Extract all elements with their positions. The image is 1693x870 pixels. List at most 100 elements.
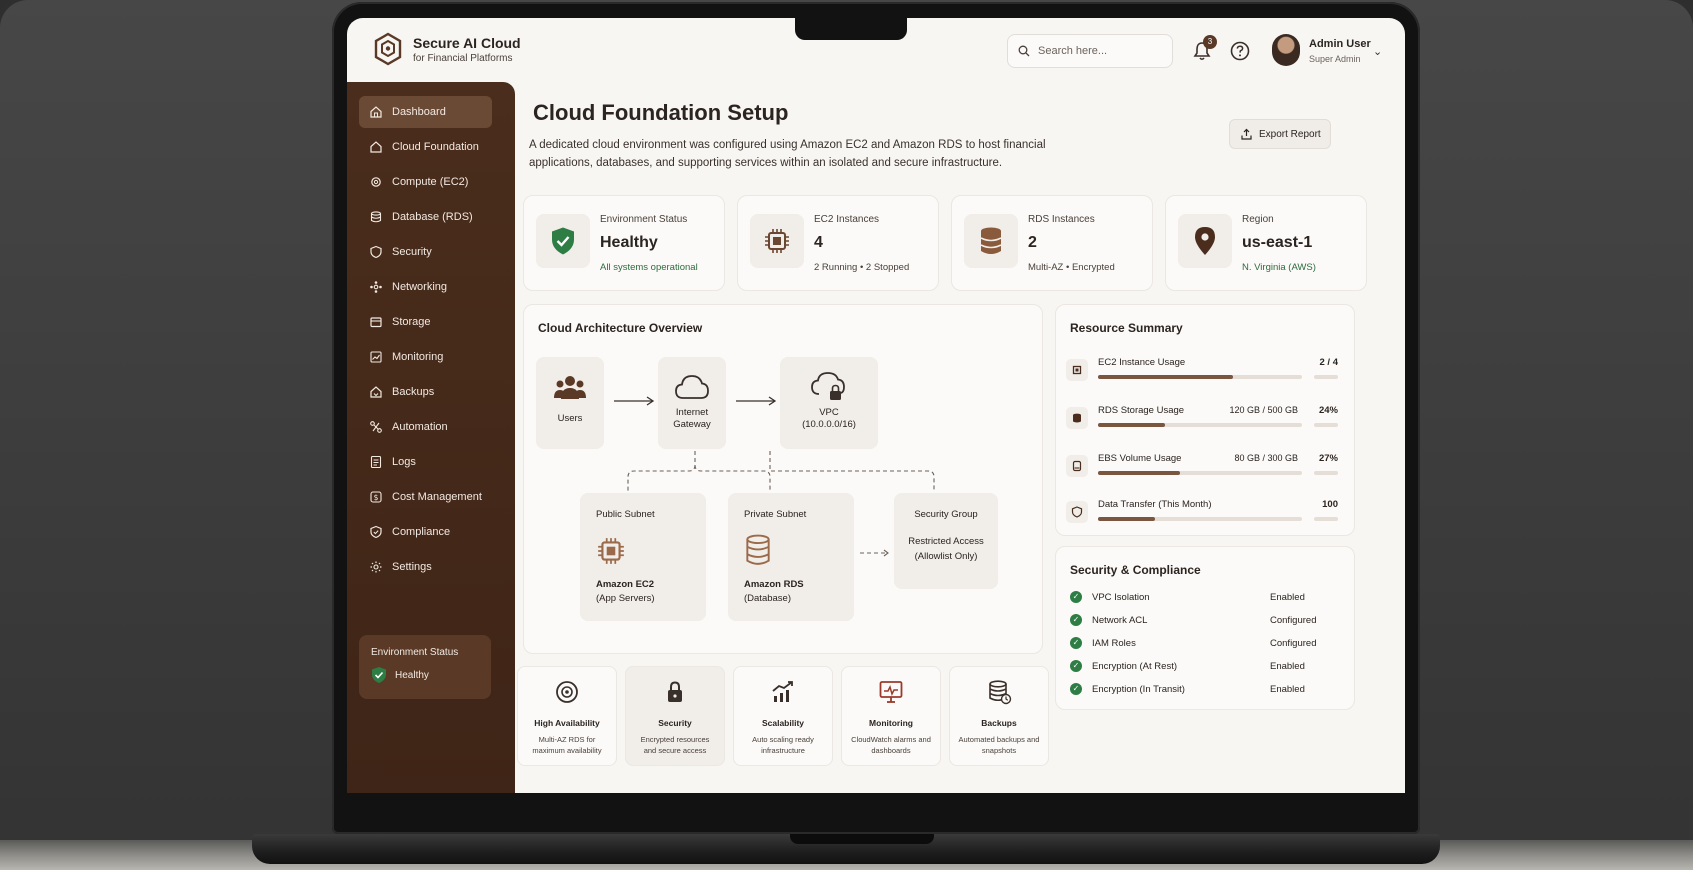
stat-value: us-east-1 — [1242, 234, 1313, 251]
stat-sub: N. Virginia (AWS) — [1242, 262, 1316, 273]
resource-label: EC2 Instance Usage — [1098, 357, 1186, 368]
arch-node-public-subnet[interactable]: Public Subnet Amazon EC2 (App Servers) — [580, 493, 706, 621]
monitor-icon — [879, 681, 903, 703]
help-icon[interactable] — [1229, 40, 1251, 62]
avatar[interactable] — [1272, 34, 1300, 66]
search-placeholder: Search here... — [1038, 45, 1108, 57]
brand[interactable]: Secure AI Cloud for Financial Platforms — [373, 32, 521, 66]
stat-label: Environment Status — [600, 214, 688, 225]
arch-node-users[interactable]: Users — [536, 357, 604, 449]
security-compliance-card: Security & Compliance ✓ VPC Isolation En… — [1055, 546, 1355, 710]
feature-card-high-availability[interactable]: High Availability Multi-AZ RDS for maxim… — [517, 666, 617, 766]
sidebar-item-automation[interactable]: Automation — [359, 411, 492, 443]
sidebar-item-security[interactable]: Security — [359, 236, 492, 268]
compliance-status: Enabled — [1270, 660, 1305, 672]
sidebar-item-logs[interactable]: Logs — [359, 446, 492, 478]
user-menu[interactable]: Admin User Super Admin — [1309, 38, 1371, 64]
sidebar-item-label: Dashboard — [392, 106, 446, 118]
arch-label: (10.0.0.0/16) — [802, 419, 856, 430]
camera-notch — [795, 18, 907, 40]
arch-label: Amazon RDS — [744, 579, 804, 590]
sidebar-item-networking[interactable]: Networking — [359, 271, 492, 303]
feature-card-scalability[interactable]: Scalability Auto scaling ready infrastru… — [733, 666, 833, 766]
search-icon — [1018, 45, 1030, 57]
feature-card-backups[interactable]: Backups Automated backups and snapshots — [949, 666, 1049, 766]
chip-icon — [598, 538, 624, 564]
feature-card-security[interactable]: Security Encrypted resources and secure … — [625, 666, 725, 766]
shield-icon — [1071, 506, 1083, 518]
resource-label: Data Transfer (This Month) — [1098, 499, 1212, 510]
compliance-row: ✓ VPC Isolation Enabled — [1070, 589, 1340, 605]
sidebar-item-label: Storage — [392, 316, 431, 328]
arch-label: Restricted Access — [908, 536, 984, 547]
feature-title: Monitoring — [869, 718, 913, 728]
map-pin-icon — [1195, 227, 1215, 255]
export-icon — [1241, 128, 1252, 140]
sidebar-item-label: Cloud Foundation — [392, 141, 479, 153]
feature-title: Scalability — [761, 718, 805, 728]
sidebar-item-compliance[interactable]: Compliance — [359, 516, 492, 548]
feature-desc: Auto scaling ready infrastructure — [752, 735, 814, 755]
sidebar-item-cloud-foundation[interactable]: Cloud Foundation — [359, 131, 492, 163]
lock-icon — [668, 681, 682, 702]
user-role: Super Admin — [1309, 54, 1361, 64]
stat-label: EC2 Instances — [814, 214, 880, 225]
architecture-overview-card: Cloud Architecture Overview Users Intern… — [523, 304, 1043, 654]
cloud-foundation-icon — [370, 141, 382, 153]
compliance-status: Configured — [1270, 614, 1317, 626]
sidebar-item-database[interactable]: Database (RDS) — [359, 201, 492, 233]
stat-value: Healthy — [600, 234, 658, 251]
arch-label: (Database) — [744, 593, 791, 604]
sidebar-item-cost-management[interactable]: $ Cost Management — [359, 481, 492, 513]
sidebar-item-label: Settings — [392, 561, 432, 573]
stat-value: 2 — [1028, 234, 1037, 251]
resource-value: 27% — [1318, 453, 1338, 464]
backup-icon — [370, 386, 382, 398]
notification-badge: 3 — [1203, 35, 1217, 49]
sidebar-item-settings[interactable]: Settings — [359, 551, 492, 583]
database-icon — [980, 227, 1002, 254]
sidebar: Dashboard Cloud Foundation Compute (EC2)… — [347, 82, 515, 793]
env-status-title: Environment Status — [371, 647, 459, 658]
sidebar-item-monitoring[interactable]: Monitoring — [359, 341, 492, 373]
arch-node-internet-gateway[interactable]: Internet Gateway — [658, 357, 726, 449]
resource-label: EBS Volume Usage — [1098, 453, 1182, 464]
storage-icon — [370, 317, 382, 328]
arch-node-private-subnet[interactable]: Private Subnet Amazon RDS (Database) — [728, 493, 854, 621]
compliance-row: ✓ Encryption (At Rest) Enabled — [1070, 658, 1340, 674]
export-report-button[interactable]: Export Report — [1229, 119, 1331, 149]
stat-card-region: Region us-east-1 N. Virginia (AWS) — [1165, 195, 1367, 291]
sidebar-item-storage[interactable]: Storage — [359, 306, 492, 338]
sidebar-item-compute[interactable]: Compute (EC2) — [359, 166, 492, 198]
arch-label: Users — [557, 413, 583, 424]
chart-icon — [370, 351, 382, 363]
compliance-label: VPC Isolation — [1092, 591, 1150, 603]
compliance-label: Encryption (In Transit) — [1092, 683, 1185, 695]
sidebar-item-label: Security — [392, 246, 432, 258]
arch-label: Gateway — [673, 419, 711, 430]
resource-value: 100 — [1322, 499, 1338, 510]
sidebar-item-dashboard[interactable]: Dashboard — [359, 96, 492, 128]
sidebar-item-label: Networking — [392, 281, 448, 293]
arch-node-vpc[interactable]: VPC (10.0.0.0/16) — [780, 357, 878, 449]
resource-progress — [1098, 471, 1302, 475]
arch-node-security-group[interactable]: Security Group Restricted Access (Allowl… — [894, 493, 998, 589]
search-input[interactable]: Search here... — [1007, 34, 1173, 68]
availability-icon — [556, 681, 578, 703]
feature-desc: Multi-AZ RDS for maximum availability — [532, 735, 602, 755]
sidebar-item-label: Compliance — [392, 526, 451, 538]
gear-icon — [371, 177, 381, 187]
chip-icon — [765, 229, 789, 253]
arch-label: Amazon EC2 — [596, 579, 655, 590]
feature-desc: CloudWatch alarms and dashboards — [851, 735, 931, 755]
stat-sub: All systems operational — [600, 262, 698, 273]
sidebar-item-backups[interactable]: Backups — [359, 376, 492, 408]
check-icon: ✓ — [1070, 591, 1082, 603]
hexagon-logo-icon — [374, 32, 402, 66]
feature-title: Backups — [981, 718, 1017, 728]
database-backup-icon — [989, 680, 1012, 705]
stat-label: RDS Instances — [1028, 214, 1095, 225]
feature-card-monitoring[interactable]: Monitoring CloudWatch alarms and dashboa… — [841, 666, 941, 766]
shield-check-icon — [372, 667, 386, 683]
chevron-down-icon[interactable]: ⌄ — [1373, 45, 1382, 58]
